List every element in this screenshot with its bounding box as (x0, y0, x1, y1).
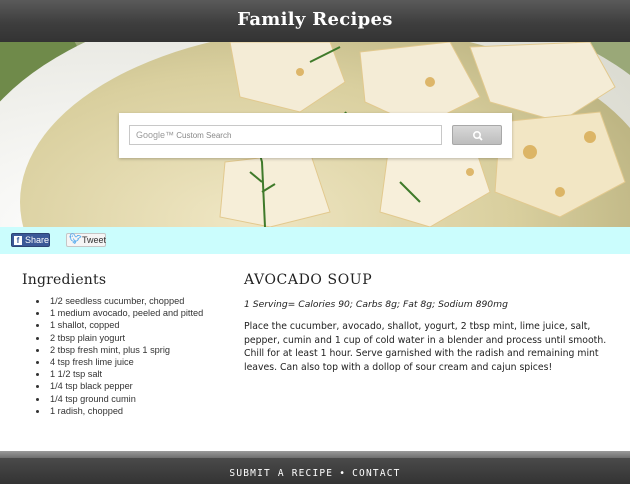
facebook-share-label: Share (24, 235, 49, 245)
search-input[interactable]: Google™ Custom Search (129, 125, 442, 145)
ingredient-list: 1/2 seedless cucumber, chopped 1 medium … (22, 295, 227, 417)
ingredients-section: Ingredients 1/2 seedless cucumber, chopp… (22, 272, 227, 417)
search-icon (472, 131, 483, 141)
ingredient-item: 2 tbsp plain yogurt (34, 332, 227, 344)
footer-divider (0, 451, 630, 458)
tweet-label: Tweet (82, 235, 107, 245)
ingredient-item: 1/4 tsp ground cumin (34, 393, 227, 405)
footer-nav: SUBMIT A RECIPE • CONTACT (0, 468, 630, 479)
ingredient-item: 2 tbsp fresh mint, plus 1 sprig (34, 344, 227, 356)
recipe-section: AVOCADO SOUP 1 Serving= Calories 90; Car… (244, 272, 614, 374)
contact-link[interactable]: CONTACT (352, 468, 400, 479)
search-placeholder: Custom Search (176, 131, 232, 140)
ingredient-item: 1 radish, chopped (34, 405, 227, 417)
ingredient-item: 1/2 seedless cucumber, chopped (34, 295, 227, 307)
ingredients-heading: Ingredients (22, 272, 107, 288)
ingredient-item: 1 1/2 tsp salt (34, 368, 227, 380)
search-panel: Google™ Custom Search (119, 113, 512, 158)
ingredient-item: 4 tsp fresh lime juice (34, 356, 227, 368)
tweet-button[interactable]: 🐦︎ Tweet (66, 233, 106, 247)
recipe-title: AVOCADO SOUP (244, 272, 373, 288)
submit-recipe-link[interactable]: SUBMIT A RECIPE (229, 468, 333, 479)
recipe-instructions: Place the cucumber, avocado, shallot, yo… (244, 321, 607, 373)
site-title[interactable]: Family Recipes (237, 9, 393, 30)
site-footer: SUBMIT A RECIPE • CONTACT (0, 458, 630, 484)
facebook-share-button[interactable]: f Share (11, 233, 50, 247)
footer-separator: • (339, 468, 347, 479)
google-brand: Google™ (136, 130, 175, 140)
ingredient-item: 1 shallot, copped (34, 319, 227, 331)
search-button[interactable] (452, 125, 502, 145)
twitter-icon: 🐦︎ (69, 234, 82, 245)
site-header: Family Recipes (0, 0, 630, 42)
ingredient-item: 1 medium avocado, peeled and pitted (34, 307, 227, 319)
facebook-icon: f (14, 235, 22, 245)
hero-image: Google™ Custom Search (0, 42, 630, 227)
nutrition-info: 1 Serving= Calories 90; Carbs 8g; Fat 8g… (244, 299, 508, 310)
ingredient-item: 1/4 tsp black pepper (34, 380, 227, 392)
share-bar: f Share 🐦︎ Tweet (0, 227, 630, 254)
